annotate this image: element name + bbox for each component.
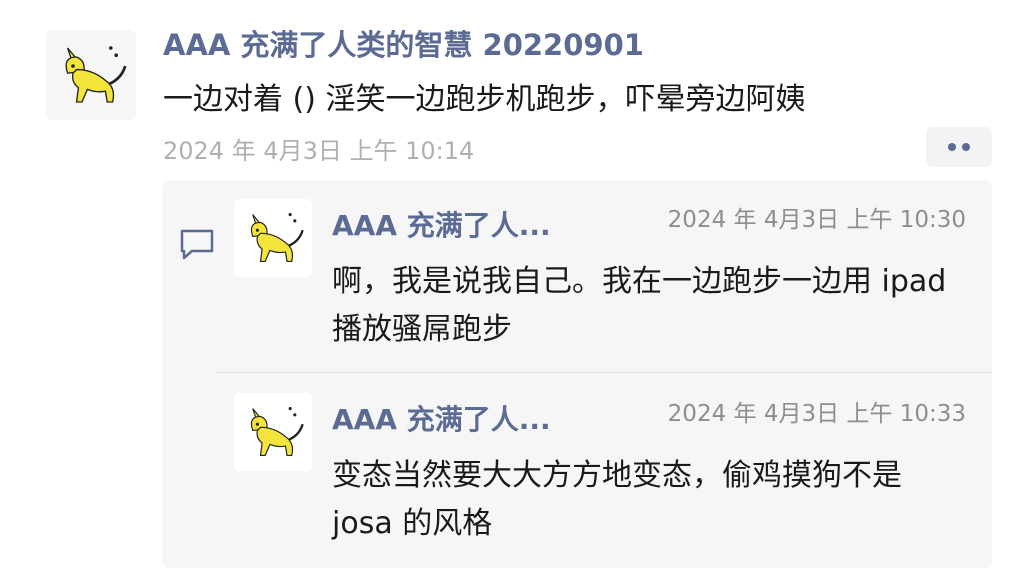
comment-author-name[interactable]: AAA 充满了人... — [332, 204, 551, 244]
comment-bubble-icon — [180, 229, 214, 260]
comment-divider — [216, 372, 992, 373]
more-dots-icon — [948, 143, 956, 151]
post-text: 一边对着 () 淫笑一边跑步机跑步，吓晕旁边阿姨 — [163, 82, 806, 117]
comment-timestamp: 2024 年 4月3日 上午 10:33 — [667, 401, 966, 427]
comment-timestamp: 2024 年 4月3日 上午 10:30 — [667, 207, 966, 233]
comment-avatar[interactable] — [234, 393, 312, 471]
more-options-button[interactable] — [926, 127, 992, 167]
cat-icon — [46, 30, 136, 120]
comment-text: 啊，我是说我自己。我在一边跑步一边用 ipad 播放骚屌跑步 — [332, 264, 947, 347]
comment-text: 变态当然要大大方方地变态，偷鸡摸狗不是 josa 的风格 — [332, 458, 902, 541]
post-author-name[interactable]: AAA 充满了人类的智慧 20220901 — [163, 22, 644, 64]
comment-author-name[interactable]: AAA 充满了人... — [332, 398, 551, 438]
post-timestamp: 2024 年 4月3日 上午 10:14 — [163, 137, 475, 165]
cat-icon — [234, 199, 312, 277]
comment-avatar[interactable] — [234, 199, 312, 277]
post-avatar[interactable] — [46, 30, 136, 120]
more-dots-icon — [962, 143, 970, 151]
cat-icon — [234, 393, 312, 471]
